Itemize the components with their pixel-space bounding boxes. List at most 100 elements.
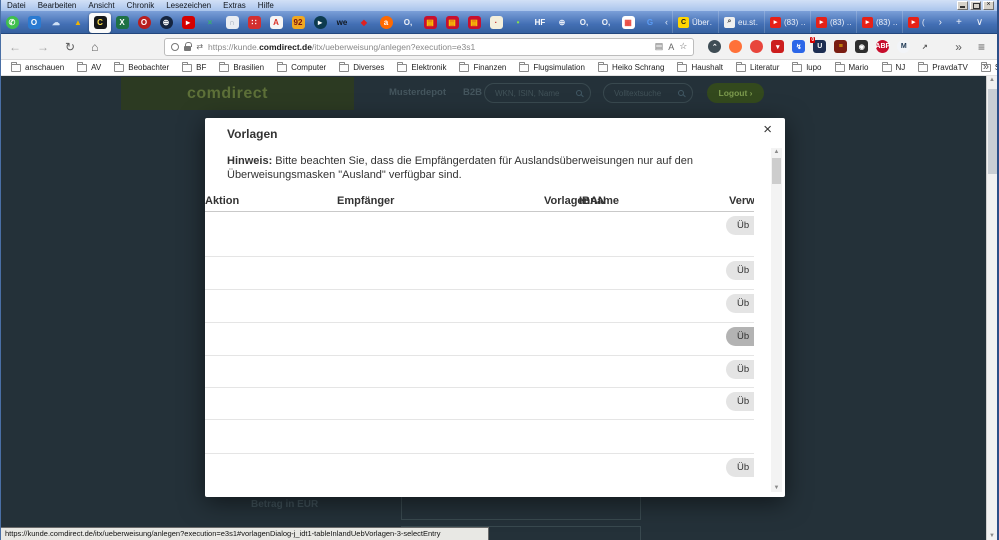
tab-youtube[interactable]: ▸ (83) … xyxy=(856,11,902,33)
pinned-tab[interactable]: O xyxy=(133,13,155,33)
bookmark-folder[interactable]: PravdaTV xyxy=(918,63,968,72)
scroll-tabs-left-icon[interactable]: ‹ xyxy=(661,17,672,27)
bookmark-folder[interactable]: Elektronik xyxy=(397,63,446,72)
ublock-icon[interactable]: U0 xyxy=(813,40,826,53)
pinned-tab[interactable]: C xyxy=(89,13,111,33)
bookmark-folder[interactable]: AV xyxy=(77,63,101,72)
list-all-tabs-icon[interactable]: ∨ xyxy=(969,17,990,28)
table-row[interactable]: Üb xyxy=(205,290,754,323)
forward-button[interactable]: → xyxy=(29,40,57,54)
bookmark-folder[interactable]: lupo xyxy=(792,63,821,72)
b2b-link[interactable]: B2B xyxy=(463,87,482,98)
bookmark-folder[interactable]: Mario xyxy=(835,63,869,72)
bookmark-folder[interactable]: Haushalt xyxy=(677,63,723,72)
adblock-plus-icon[interactable]: ABP xyxy=(876,40,889,53)
scroll-up-icon[interactable]: ▲ xyxy=(987,77,997,83)
scrollbar-thumb[interactable] xyxy=(988,89,997,174)
reader-mode-icon[interactable]: ▤ xyxy=(655,41,664,52)
page-scrollbar[interactable]: ▲ ▼ xyxy=(986,76,997,540)
bookmark-folder[interactable]: Brasilien xyxy=(219,63,264,72)
dialog-scrollbar[interactable]: ▲ ▼ xyxy=(771,148,782,492)
uebernehmen-button[interactable]: Üb xyxy=(726,458,754,477)
malwarebytes-icon[interactable]: M xyxy=(897,40,910,53)
tab-youtube[interactable]: ▸ ( xyxy=(902,11,930,33)
table-row[interactable]: Üb xyxy=(205,257,754,290)
pinned-tab[interactable]: 92 xyxy=(287,13,309,33)
menu-item[interactable]: Lesezeichen xyxy=(160,1,217,10)
overflow-menu-icon[interactable]: » xyxy=(947,40,970,54)
pinned-tab[interactable]: · xyxy=(485,13,507,33)
table-row[interactable] xyxy=(205,420,754,454)
menu-item[interactable]: Chronik xyxy=(121,1,161,10)
pinned-tab[interactable]: ▤ xyxy=(441,13,463,33)
video-download-icon[interactable]: ▾ xyxy=(771,40,784,53)
scrollbar-thumb[interactable] xyxy=(772,158,781,184)
pinned-tab[interactable]: ✆ xyxy=(1,13,23,33)
table-row[interactable]: Üb xyxy=(205,212,754,257)
pinned-tab[interactable]: ∩ xyxy=(221,13,243,33)
restore-button[interactable] xyxy=(970,1,981,10)
menu-item[interactable]: Hilfe xyxy=(252,1,280,10)
pinned-tab[interactable]: A xyxy=(265,13,287,33)
close-dialog-icon[interactable]: × xyxy=(763,122,772,137)
striped-case-icon[interactable]: ≡ xyxy=(834,40,847,53)
bookmark-star-icon[interactable]: ☆ xyxy=(679,41,687,52)
pinned-tab[interactable]: × xyxy=(199,13,221,33)
scroll-down-icon[interactable]: ▼ xyxy=(771,485,782,491)
table-row[interactable]: Üb xyxy=(205,356,754,388)
orange-ball-icon[interactable] xyxy=(729,40,742,53)
pinned-tab[interactable]: we xyxy=(331,13,353,33)
lightning-icon[interactable]: ↯ xyxy=(792,40,805,53)
pinned-tab[interactable]: ☁ xyxy=(45,13,67,33)
uebernehmen-button[interactable]: Üb xyxy=(726,392,754,411)
menu-item[interactable]: Datei xyxy=(1,1,32,10)
tab-search-eust[interactable]: ⌕ eu.st… xyxy=(718,11,764,33)
pinned-tab[interactable]: • xyxy=(507,13,529,33)
pinned-tab[interactable]: ∷ xyxy=(243,13,265,33)
pinned-tab[interactable]: ▤ xyxy=(463,13,485,33)
comdirect-logo[interactable]: comdirect xyxy=(121,77,354,110)
pinned-tab[interactable]: O, xyxy=(595,13,617,33)
wkn-search-input[interactable]: WKN, ISIN, Name xyxy=(484,83,591,103)
new-tab-button[interactable]: + xyxy=(949,17,969,28)
pinned-tab[interactable]: ▸ xyxy=(309,13,331,33)
share-icon[interactable]: ↗ xyxy=(918,40,931,53)
hamburger-menu-icon[interactable]: ≡ xyxy=(970,40,993,54)
bookmark-folder[interactable]: Computer xyxy=(277,63,326,72)
table-row[interactable]: Üb xyxy=(205,388,754,420)
tab-youtube[interactable]: ▸ (83) … xyxy=(810,11,856,33)
permissions-icon[interactable]: ⇄ xyxy=(196,42,203,51)
pinned-tab[interactable]: ▲ xyxy=(67,13,89,33)
scroll-up-icon[interactable]: ▲ xyxy=(771,149,782,155)
table-row[interactable]: Üb xyxy=(205,454,754,493)
pinned-tab[interactable]: ◆ xyxy=(353,13,375,33)
menu-item[interactable]: Ansicht xyxy=(82,1,120,10)
translate-icon[interactable]: A xyxy=(668,42,674,52)
scroll-tabs-right-icon[interactable]: › xyxy=(932,17,949,28)
scroll-down-icon[interactable]: ▼ xyxy=(987,533,997,539)
pinned-tab[interactable]: ▤ xyxy=(419,13,441,33)
minimize-button[interactable] xyxy=(957,1,968,10)
pinned-tab[interactable]: a xyxy=(375,13,397,33)
url-bar[interactable]: ⇄ https://kunde.comdirect.de/itx/ueberwe… xyxy=(164,38,694,56)
bookmarks-overflow-icon[interactable]: » xyxy=(983,61,989,73)
fulltext-search-input[interactable]: Volltextsuche xyxy=(603,83,693,103)
uebernehmen-button[interactable]: Üb xyxy=(726,261,754,280)
musterdepot-link[interactable]: Musterdepot xyxy=(389,87,446,98)
home-button[interactable]: ⌂ xyxy=(83,40,106,54)
menu-item[interactable]: Bearbeiten xyxy=(32,1,83,10)
pinned-tab[interactable]: ▸ xyxy=(177,13,199,33)
uebernehmen-button[interactable]: Üb xyxy=(726,216,754,235)
site-info-icon[interactable] xyxy=(171,43,179,51)
updown-arrow-icon[interactable]: ⌃ xyxy=(708,40,721,53)
camera-icon[interactable]: ◉ xyxy=(855,40,868,53)
bookmark-folder[interactable]: Flugsimulation xyxy=(519,63,585,72)
pinned-tab[interactable]: X xyxy=(111,13,133,33)
reload-button[interactable]: ↻ xyxy=(57,40,83,54)
red-ball-icon[interactable] xyxy=(750,40,763,53)
bookmark-folder[interactable]: anschauen xyxy=(11,63,64,72)
tab-comdirect-ueberweisung[interactable]: C Über… xyxy=(672,11,718,33)
pinned-tab[interactable]: HF xyxy=(529,13,551,33)
pinned-tab[interactable]: ▦ xyxy=(617,13,639,33)
bookmark-folder[interactable]: BF xyxy=(182,63,206,72)
